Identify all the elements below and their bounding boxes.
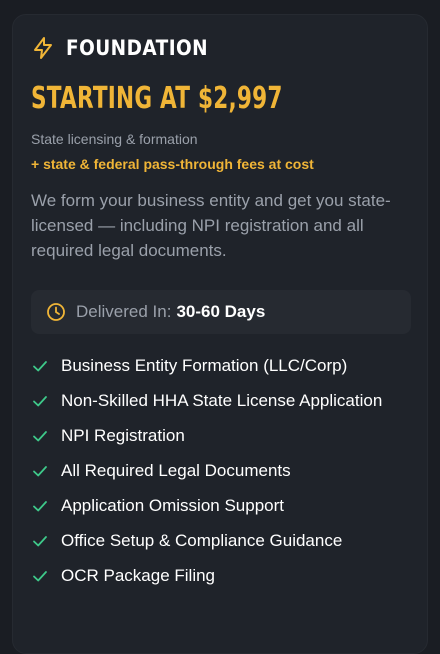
feature-item: All Required Legal Documents (31, 458, 391, 483)
feature-item: NPI Registration (31, 423, 391, 448)
check-icon (33, 536, 47, 547)
feature-label: Office Setup & Compliance Guidance (61, 531, 343, 550)
delivery-label: Delivered In: (76, 302, 172, 321)
feature-label: OCR Package Filing (61, 566, 216, 585)
pricing-card: FOUNDATION STARTING AT $2,997 State lice… (12, 14, 428, 654)
feature-label: Non-Skilled HHA State License Applicatio… (61, 391, 383, 410)
feature-label: NPI Registration (61, 426, 185, 445)
clock-icon (47, 303, 65, 321)
lightning-bolt-icon (34, 37, 52, 59)
plan-subtitle: State licensing & formation (31, 131, 198, 147)
feature-label: Business Entity Formation (LLC/Corp) (61, 356, 348, 375)
feature-item: Business Entity Formation (LLC/Corp) (31, 353, 391, 378)
plan-name: FOUNDATION (66, 36, 209, 60)
feature-item: Office Setup & Compliance Guidance (31, 528, 391, 553)
delivery-box: Delivered In: 30-60 Days (31, 290, 411, 334)
feature-item: OCR Package Filing (31, 563, 391, 588)
feature-list: Business Entity Formation (LLC/Corp) Non… (31, 353, 391, 598)
check-icon (33, 431, 47, 442)
feature-item: Non-Skilled HHA State License Applicatio… (31, 388, 391, 413)
check-icon (33, 361, 47, 372)
feature-item: Application Omission Support (31, 493, 391, 518)
check-icon (33, 396, 47, 407)
plan-description: We form your business entity and get you… (31, 191, 391, 260)
plan-header: FOUNDATION (31, 36, 227, 60)
feature-label: Application Omission Support (61, 496, 285, 515)
check-icon (33, 501, 47, 512)
delivery-value: 30-60 Days (176, 302, 266, 321)
feature-label: All Required Legal Documents (61, 461, 291, 480)
fees-note: + state & federal pass-through fees at c… (31, 156, 314, 172)
plan-price: STARTING AT $2,997 (31, 81, 283, 116)
check-icon (33, 466, 47, 477)
check-icon (33, 571, 47, 582)
